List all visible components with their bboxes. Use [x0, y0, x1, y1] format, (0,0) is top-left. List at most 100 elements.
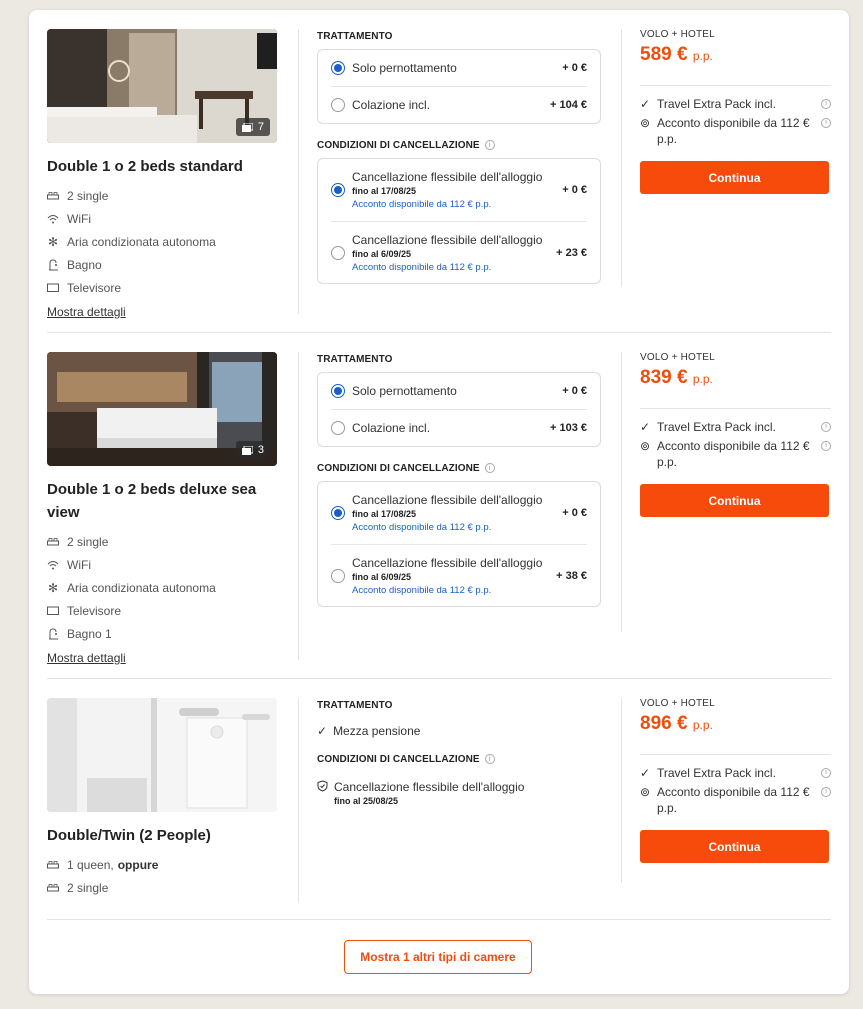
amenity-ac: ✻ Aria condizionata autonoma [47, 234, 216, 249]
room-3: Double/Twin (2 People) 1 queen, oppure 2 … [47, 698, 831, 903]
room-divider [47, 919, 831, 920]
column-divider [298, 352, 299, 660]
room-options: TRATTAMENTO ✓ Mezza pensione CONDIZIONI D… [317, 698, 601, 807]
treatment-option[interactable]: Solo pernottamento + 0 € [318, 50, 600, 86]
treatment-heading: TRATTAMENTO [317, 699, 393, 711]
amenity-tv: Televisore [47, 599, 279, 622]
wifi-icon [47, 213, 59, 225]
show-more-rooms-button[interactable]: Mostra 1 altri tipi di camere [344, 940, 532, 974]
photo-count: 3 [257, 444, 264, 456]
treatment-options: Solo pernottamento + 0 € Colazione incl.… [317, 49, 601, 124]
amenity-ac: ✻ Aria condizionata autonoma [47, 580, 216, 595]
room-options: TRATTAMENTO Solo pernottamento + 0 € Col… [317, 352, 601, 607]
radio-selected[interactable] [331, 183, 345, 197]
amenity-beds: 1 queen, oppure [47, 853, 279, 876]
continue-button[interactable]: Continua [640, 830, 829, 863]
treatment-option[interactable]: Colazione incl. + 103 € [331, 409, 587, 446]
package-label: VOLO + HOTEL [640, 698, 715, 709]
cancellation-heading: CONDIZIONI DI CANCELLAZIONE i [317, 461, 601, 475]
amenity-list: 2 single WiFi ✻ Aria condizionata autonom… [47, 530, 279, 645]
cancellation-options: Cancellazione flessibile dell'alloggio f… [317, 481, 601, 607]
amenity-bath: Bagno 1 [47, 622, 279, 645]
cancellation-option[interactable]: Cancellazione flessibile dell'alloggio f… [318, 482, 600, 544]
cancellation-options: Cancellazione flessibile dell'alloggio f… [317, 158, 601, 284]
coin-icon: ⊚ [640, 116, 651, 130]
photo-count: 7 [257, 121, 264, 133]
room-title: Double 1 o 2 beds deluxe sea view [47, 481, 257, 521]
radio-selected[interactable] [331, 506, 345, 520]
radio-unselected[interactable] [331, 98, 345, 112]
room-info: Double/Twin (2 People) 1 queen, oppure 2 … [47, 698, 279, 899]
info-icon[interactable]: i [821, 441, 831, 451]
snowflake-icon: ✻ [47, 234, 59, 249]
room-divider [47, 678, 831, 679]
price: 896 € p.p. [640, 713, 713, 734]
room-info: 3 Double 1 o 2 beds deluxe sea view 2 si… [47, 352, 279, 667]
package-label: VOLO + HOTEL [640, 29, 715, 40]
room-divider [47, 332, 831, 333]
gallery-icon [241, 122, 253, 132]
room-2: 3 Double 1 o 2 beds deluxe sea view 2 si… [47, 352, 831, 665]
info-icon[interactable]: i [484, 463, 495, 473]
room-1: 7 Double 1 o 2 beds standard 2 single Wi… [47, 29, 831, 319]
treatment-fixed: ✓ Mezza pensione [317, 724, 421, 738]
check-icon: ✓ [640, 420, 651, 434]
divider [640, 85, 831, 86]
show-details-link[interactable]: Mostra dettagli [47, 305, 126, 319]
room-title: Double 1 o 2 beds standard [47, 158, 243, 175]
treatment-option[interactable]: Solo pernottamento + 0 € [318, 373, 600, 409]
tv-icon [47, 605, 59, 617]
column-divider [621, 29, 622, 287]
perk-travel-pack: ✓ Travel Extra Pack incl. i [640, 419, 831, 435]
snowflake-icon: ✻ [47, 580, 59, 595]
info-icon[interactable]: i [821, 99, 831, 109]
treatment-option[interactable]: Colazione incl. + 104 € [331, 86, 587, 123]
amenity-beds: 2 single [47, 184, 279, 207]
radio-unselected[interactable] [331, 568, 345, 583]
info-icon[interactable]: i [484, 140, 495, 150]
perk-travel-pack: ✓ Travel Extra Pack incl. i [640, 96, 831, 112]
price: 589 € p.p. [640, 44, 713, 65]
info-icon[interactable]: i [484, 754, 495, 764]
cancellation-option[interactable]: Cancellazione flessibile dell'alloggio f… [331, 221, 587, 283]
divider [640, 754, 831, 755]
bath-icon [47, 258, 59, 271]
amenity-tv: Televisore [47, 276, 279, 299]
room-photo-placeholder [47, 698, 277, 812]
info-icon[interactable]: i [821, 787, 831, 797]
radio-selected[interactable] [331, 61, 345, 75]
check-icon: ✓ [640, 97, 651, 111]
room-options: TRATTAMENTO Solo pernottamento + 0 € Col… [317, 29, 601, 284]
radio-selected[interactable] [331, 384, 345, 398]
divider [640, 408, 831, 409]
info-icon[interactable]: i [821, 422, 831, 432]
info-icon[interactable]: i [821, 118, 831, 128]
radio-unselected[interactable] [331, 421, 345, 435]
radio-unselected[interactable] [331, 245, 345, 260]
rooms-card: 7 Double 1 o 2 beds standard 2 single Wi… [29, 10, 849, 994]
amenity-list: 1 queen, oppure 2 single [47, 853, 279, 899]
continue-button[interactable]: Continua [640, 484, 829, 517]
bed-icon [47, 859, 59, 871]
info-icon[interactable]: i [821, 768, 831, 778]
price: 839 € p.p. [640, 367, 713, 388]
amenity-beds: 2 single [47, 876, 279, 899]
continue-button[interactable]: Continua [640, 161, 829, 194]
cancellation-option[interactable]: Cancellazione flessibile dell'alloggio f… [331, 544, 587, 606]
cancellation-option[interactable]: Cancellazione flessibile dell'alloggio f… [318, 159, 600, 221]
tv-icon [47, 282, 59, 294]
photo-count-badge: 3 [235, 441, 270, 459]
room-photo[interactable]: 7 [47, 29, 277, 143]
treatment-options: Solo pernottamento + 0 € Colazione incl.… [317, 372, 601, 447]
amenity-beds: 2 single [47, 530, 279, 553]
cancellation-fixed: Cancellazione flessibile dell'alloggio f… [317, 780, 601, 806]
room-photo[interactable]: 3 [47, 352, 277, 466]
amenity-wifi: WiFi [47, 553, 279, 576]
treatment-heading: TRATTAMENTO [317, 30, 393, 42]
check-icon: ✓ [640, 766, 651, 780]
perk-deposit: ⊚ Acconto disponibile da 112 € p.p. i [640, 784, 831, 816]
amenity-wifi: WiFi [47, 207, 279, 230]
show-details-link[interactable]: Mostra dettagli [47, 651, 126, 665]
wifi-icon [47, 559, 59, 571]
shield-icon [317, 780, 328, 795]
